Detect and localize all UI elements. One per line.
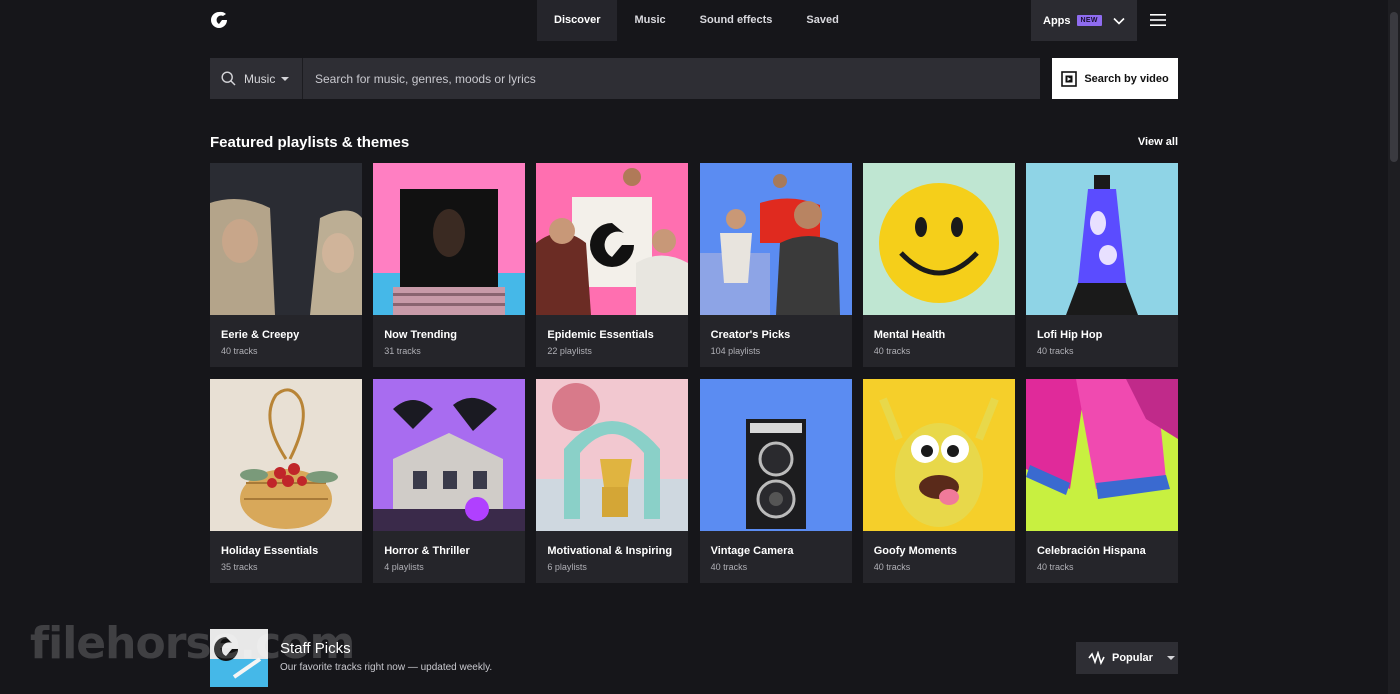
playlist-title: Holiday Essentials [221, 545, 319, 557]
playlist-card[interactable]: Celebración Hispana 40 tracks [1025, 379, 1178, 583]
playlist-title: Goofy Moments [873, 545, 957, 557]
filehorse-watermark: filehorse.com [30, 618, 355, 669]
playlist-cover-image [699, 379, 852, 531]
new-badge: NEW [1076, 15, 1102, 26]
playlist-title: Mental Health [873, 329, 946, 341]
nav-music[interactable]: Music [617, 0, 682, 41]
playlist-cover-image [699, 163, 852, 315]
view-all-link[interactable]: View all [1120, 136, 1178, 148]
playlist-count: 4 playlists [384, 562, 424, 572]
playlist-count: 40 tracks [710, 562, 748, 572]
search-icon [221, 71, 236, 86]
playlist-cover-image [536, 163, 689, 315]
playlist-cover-image [862, 163, 1015, 315]
playlist-title: Now Trending [384, 329, 457, 341]
playlist-title: Celebración Hispana [1036, 545, 1146, 557]
playlist-card[interactable]: Epidemic Essentials 22 playlists [536, 163, 689, 367]
playlist-card[interactable]: Mental Health 40 tracks [862, 163, 1015, 367]
nav-saved[interactable]: Saved [789, 0, 855, 41]
playlist-cover-image [373, 379, 526, 531]
nav-sound-effects[interactable]: Sound effects [683, 0, 790, 41]
playlist-card[interactable]: Lofi Hip Hop 40 tracks [1025, 163, 1178, 367]
playlist-title: Eerie & Creepy [221, 329, 300, 341]
playlist-grid: Eerie & Creepy 40 tracks Now Trending 31… [210, 163, 1178, 583]
playlist-cover-image [862, 379, 1015, 531]
playlist-count: 40 tracks [873, 562, 911, 572]
playlist-cover-image [210, 379, 362, 531]
playlist-count: 35 tracks [221, 562, 258, 572]
playlist-card[interactable]: Vintage Camera 40 tracks [699, 379, 852, 583]
video-frame-icon [1061, 70, 1078, 87]
playlist-card[interactable]: Holiday Essentials 35 tracks [210, 379, 362, 583]
playlist-title: Creator's Picks [710, 329, 791, 341]
search-input[interactable] [303, 57, 1040, 100]
playlist-card[interactable]: Goofy Moments 40 tracks [862, 379, 1015, 583]
waveform-icon [1088, 651, 1105, 665]
scrollbar-thumb[interactable] [1390, 12, 1398, 162]
featured-title: Featured playlists & themes [210, 134, 410, 151]
playlist-cover-image [536, 379, 689, 531]
apps-label: Apps [1043, 14, 1071, 27]
sort-dropdown[interactable]: Popular [1076, 642, 1178, 674]
playlist-card[interactable]: Horror & Thriller 4 playlists [373, 379, 526, 583]
search-bar: Music [210, 57, 1040, 100]
caret-down-icon [281, 76, 290, 81]
playlist-count: 40 tracks [221, 346, 258, 356]
playlist-count: 40 tracks [1036, 346, 1074, 356]
epidemic-logo-icon[interactable] [210, 11, 228, 29]
search-type-label: Music [244, 71, 276, 86]
playlist-cover-image [1025, 163, 1178, 315]
playlist-count: 40 tracks [1036, 562, 1074, 572]
playlist-cover-image [373, 163, 526, 315]
playlist-card[interactable]: Eerie & Creepy 40 tracks [210, 163, 362, 367]
nav-discover[interactable]: Discover [537, 0, 618, 41]
search-by-video-button[interactable]: Search by video [1052, 58, 1178, 99]
playlist-card[interactable]: Now Trending 31 tracks [373, 163, 526, 367]
playlist-count: 40 tracks [873, 346, 911, 356]
playlist-count: 22 playlists [547, 346, 592, 356]
playlist-title: Epidemic Essentials [547, 329, 654, 341]
sort-label: Popular [1112, 652, 1153, 664]
hamburger-menu-icon[interactable] [1150, 13, 1166, 27]
main-nav: Discover Music Sound effects Saved [537, 0, 856, 41]
apps-dropdown[interactable]: Apps NEW [1031, 0, 1137, 41]
playlist-title: Lofi Hip Hop [1036, 329, 1103, 341]
search-type-dropdown[interactable]: Music [210, 58, 303, 99]
top-bar: Discover Music Sound effects Saved Apps … [0, 0, 1400, 41]
playlist-card[interactable]: Creator's Picks 104 playlists [699, 163, 852, 367]
caret-down-icon [1166, 656, 1175, 660]
playlist-cover-image [1025, 379, 1178, 531]
playlist-count: 31 tracks [384, 346, 421, 356]
playlist-count: 6 playlists [547, 562, 587, 572]
playlist-title: Vintage Camera [710, 545, 794, 557]
playlist-cover-image [210, 163, 362, 315]
playlist-card[interactable]: Motivational & Inspiring 6 playlists [536, 379, 689, 583]
playlist-title: Horror & Thriller [384, 545, 470, 557]
playlist-count: 104 playlists [710, 346, 761, 356]
chevron-down-icon [1113, 17, 1125, 25]
playlist-title: Motivational & Inspiring [547, 545, 673, 557]
search-by-video-label: Search by video [1084, 72, 1169, 85]
